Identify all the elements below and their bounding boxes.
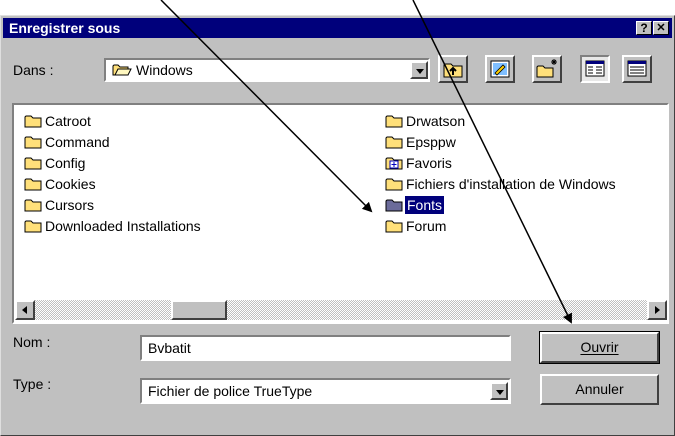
- annotation-arrows: [160, 0, 572, 324]
- arrow-to-fonts: [160, 0, 373, 213]
- arrow-to-open-button: [412, 0, 572, 324]
